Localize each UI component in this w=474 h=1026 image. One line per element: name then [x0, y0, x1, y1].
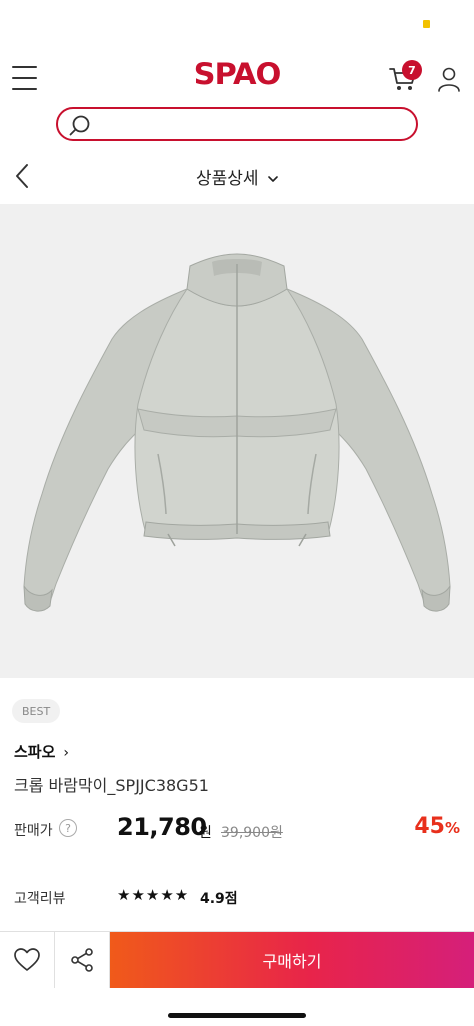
- page-title-text: 상품상세: [196, 169, 259, 189]
- like-button[interactable]: [0, 932, 55, 988]
- share-button[interactable]: [55, 932, 110, 988]
- price-help-icon[interactable]: ?: [59, 819, 77, 837]
- status-indicator: [423, 20, 430, 28]
- rating-stars[interactable]: ★★★★★: [117, 886, 189, 904]
- best-badge: BEST: [12, 699, 61, 723]
- chevron-down-icon: [268, 176, 278, 182]
- product-image[interactable]: 3 / 8: [0, 204, 474, 678]
- discount-rate: 45%: [414, 814, 460, 839]
- review-label: 고객리뷰: [14, 891, 66, 907]
- discount-value: 45: [414, 814, 445, 839]
- price-label: 판매가: [14, 823, 53, 839]
- search-input[interactable]: [100, 113, 400, 135]
- rating-score[interactable]: 4.9점: [200, 888, 238, 908]
- search-bar[interactable]: [56, 107, 418, 141]
- bottom-action-bar: 구매하기: [0, 931, 474, 988]
- sale-price: 21,780: [117, 813, 207, 841]
- page-title[interactable]: 상품상세: [0, 164, 474, 189]
- brand-arrow-icon: ›: [63, 745, 70, 761]
- jacket-image: [23, 253, 451, 612]
- home-indicator[interactable]: [168, 1013, 306, 1018]
- search-icon[interactable]: [68, 113, 92, 137]
- cart-count-badge: 7: [402, 60, 422, 80]
- user-icon[interactable]: [436, 66, 462, 92]
- product-name: 크롭 바람막이_SPJJC38G51: [14, 776, 209, 795]
- brand-name: 스파오: [14, 743, 56, 761]
- brand-link[interactable]: 스파오 ›: [14, 741, 69, 762]
- heart-icon: [14, 948, 40, 971]
- original-price: 39,900원: [221, 825, 283, 841]
- share-icon: [71, 948, 93, 972]
- price-unit: 원: [199, 825, 212, 841]
- discount-unit: %: [444, 819, 460, 837]
- buy-button[interactable]: 구매하기: [110, 932, 474, 988]
